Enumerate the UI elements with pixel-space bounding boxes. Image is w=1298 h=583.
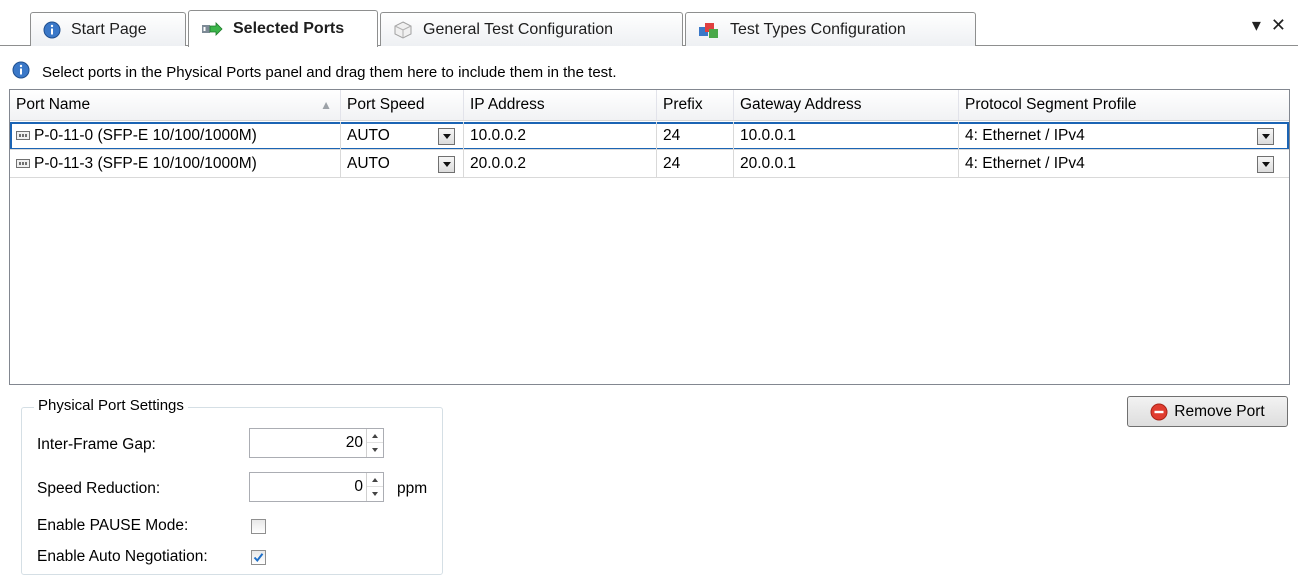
speed-reduction-stepper[interactable]: 0 [249,472,384,502]
gateway-cell[interactable]: 20.0.0.1 [734,150,959,178]
ip-address-value: 20.0.0.2 [470,155,527,172]
column-header-label: Port Speed [347,96,425,113]
column-header-port-name[interactable]: Port Name ▲ [10,90,341,120]
sort-ascending-icon: ▲ [320,98,332,112]
decrement-icon[interactable] [367,487,383,501]
gateway-cell[interactable]: 10.0.0.1 [734,122,959,150]
port-name-cell: P-0-11-0 (SFP-E 10/100/1000M) [10,122,341,150]
port-name-text: P-0-11-0 (SFP-E 10/100/1000M) [34,127,257,144]
port-speed-value: AUTO [347,127,390,144]
port-icon [16,123,30,150]
increment-icon[interactable] [367,429,383,443]
tab-test-types-configuration[interactable]: Test Types Configuration [685,12,976,46]
chevron-down-icon[interactable] [438,128,455,145]
profile-select[interactable]: 4: Ethernet / IPv4 [959,122,1289,150]
ip-address-value: 10.0.0.2 [470,127,527,144]
profile-value: 4: Ethernet / IPv4 [965,127,1085,144]
port-name-text: P-0-11-3 (SFP-E 10/100/1000M) [34,155,257,172]
port-speed-select[interactable]: AUTO [341,122,464,150]
speed-reduction-value: 0 [354,478,363,495]
pause-mode-checkbox[interactable] [251,519,266,534]
inter-frame-gap-stepper[interactable]: 20 [249,428,384,458]
prefix-value: 24 [663,127,681,144]
info-text: Select ports in the Physical Ports panel… [42,63,617,81]
table-row[interactable]: P-0-11-0 (SFP-E 10/100/1000M) AUTO 10.0.… [10,122,1289,150]
speed-reduction-label: Speed Reduction: [37,480,161,497]
config-icon [393,20,413,39]
selected-ports-grid[interactable]: Port Name ▲ Port Speed IP Address Prefix… [9,89,1290,385]
profile-select[interactable]: 4: Ethernet / IPv4 [959,150,1289,178]
port-icon [16,151,30,178]
tab-menu-dropdown-icon[interactable]: ▾ [1252,15,1261,36]
prefix-cell[interactable]: 24 [657,122,734,150]
column-header-prefix[interactable]: Prefix [657,90,734,120]
gateway-value: 10.0.0.1 [740,127,797,144]
tab-general-test-configuration[interactable]: General Test Configuration [380,12,683,46]
profile-value: 4: Ethernet / IPv4 [965,155,1085,172]
checkmark-icon [253,553,264,563]
physical-port-settings-group: Physical Port Settings Inter-Frame Gap: … [21,397,443,575]
inter-frame-gap-value: 20 [345,434,363,451]
test-types-icon [698,21,720,39]
tab-label: General Test Configuration [423,20,614,38]
table-row[interactable]: P-0-11-3 (SFP-E 10/100/1000M) AUTO 20.0.… [10,150,1289,178]
tab-label: Start Page [71,20,147,38]
info-icon [12,61,30,83]
remove-icon [1150,403,1168,421]
group-title: Physical Port Settings [34,397,188,414]
speed-reduction-unit: ppm [397,480,428,497]
column-header-label: Protocol Segment Profile [965,96,1137,113]
ip-address-cell[interactable]: 10.0.0.2 [464,122,657,150]
column-header-ip-address[interactable]: IP Address [464,90,657,120]
column-header-protocol-segment-profile[interactable]: Protocol Segment Profile [959,90,1289,120]
close-icon[interactable]: ✕ [1271,15,1286,36]
tab-label: Selected Ports [233,20,345,37]
remove-port-label: Remove Port [1174,402,1265,420]
stepper-buttons [366,473,383,501]
tab-controls: ▾ ✕ [1252,15,1286,36]
port-name-cell: P-0-11-3 (SFP-E 10/100/1000M) [10,150,341,178]
column-header-label: Prefix [663,96,703,113]
auto-negotiation-label: Enable Auto Negotiation: [37,548,208,565]
ip-address-cell[interactable]: 20.0.0.2 [464,150,657,178]
gateway-value: 20.0.0.1 [740,155,797,172]
info-icon [43,21,61,39]
port-speed-value: AUTO [347,155,390,172]
port-speed-select[interactable]: AUTO [341,150,464,178]
decrement-icon[interactable] [367,443,383,457]
chevron-down-icon[interactable] [1257,128,1274,145]
column-header-label: Port Name [16,96,91,113]
chevron-down-icon[interactable] [438,156,455,173]
column-header-label: IP Address [470,96,545,113]
prefix-value: 24 [663,155,681,172]
grid-header: Port Name ▲ Port Speed IP Address Prefix… [10,90,1289,121]
column-header-gateway-address[interactable]: Gateway Address [734,90,959,120]
increment-icon[interactable] [367,473,383,487]
chevron-down-icon[interactable] [1257,156,1274,173]
auto-negotiation-checkbox[interactable] [251,550,266,565]
tab-selected-ports[interactable]: Selected Ports [188,10,378,47]
pause-mode-label: Enable PAUSE Mode: [37,517,189,534]
tab-start-page[interactable]: Start Page [30,12,186,46]
column-header-label: Gateway Address [740,96,862,113]
stepper-buttons [366,429,383,457]
column-header-port-speed[interactable]: Port Speed [341,90,464,120]
ports-arrow-icon [201,21,223,37]
tab-label: Test Types Configuration [730,20,906,38]
prefix-cell[interactable]: 24 [657,150,734,178]
info-banner: Select ports in the Physical Ports panel… [12,60,617,84]
inter-frame-gap-label: Inter-Frame Gap: [37,436,156,453]
remove-port-button[interactable]: Remove Port [1127,396,1288,427]
tab-strip: Start Page Selected Ports General Test C… [0,0,1298,47]
